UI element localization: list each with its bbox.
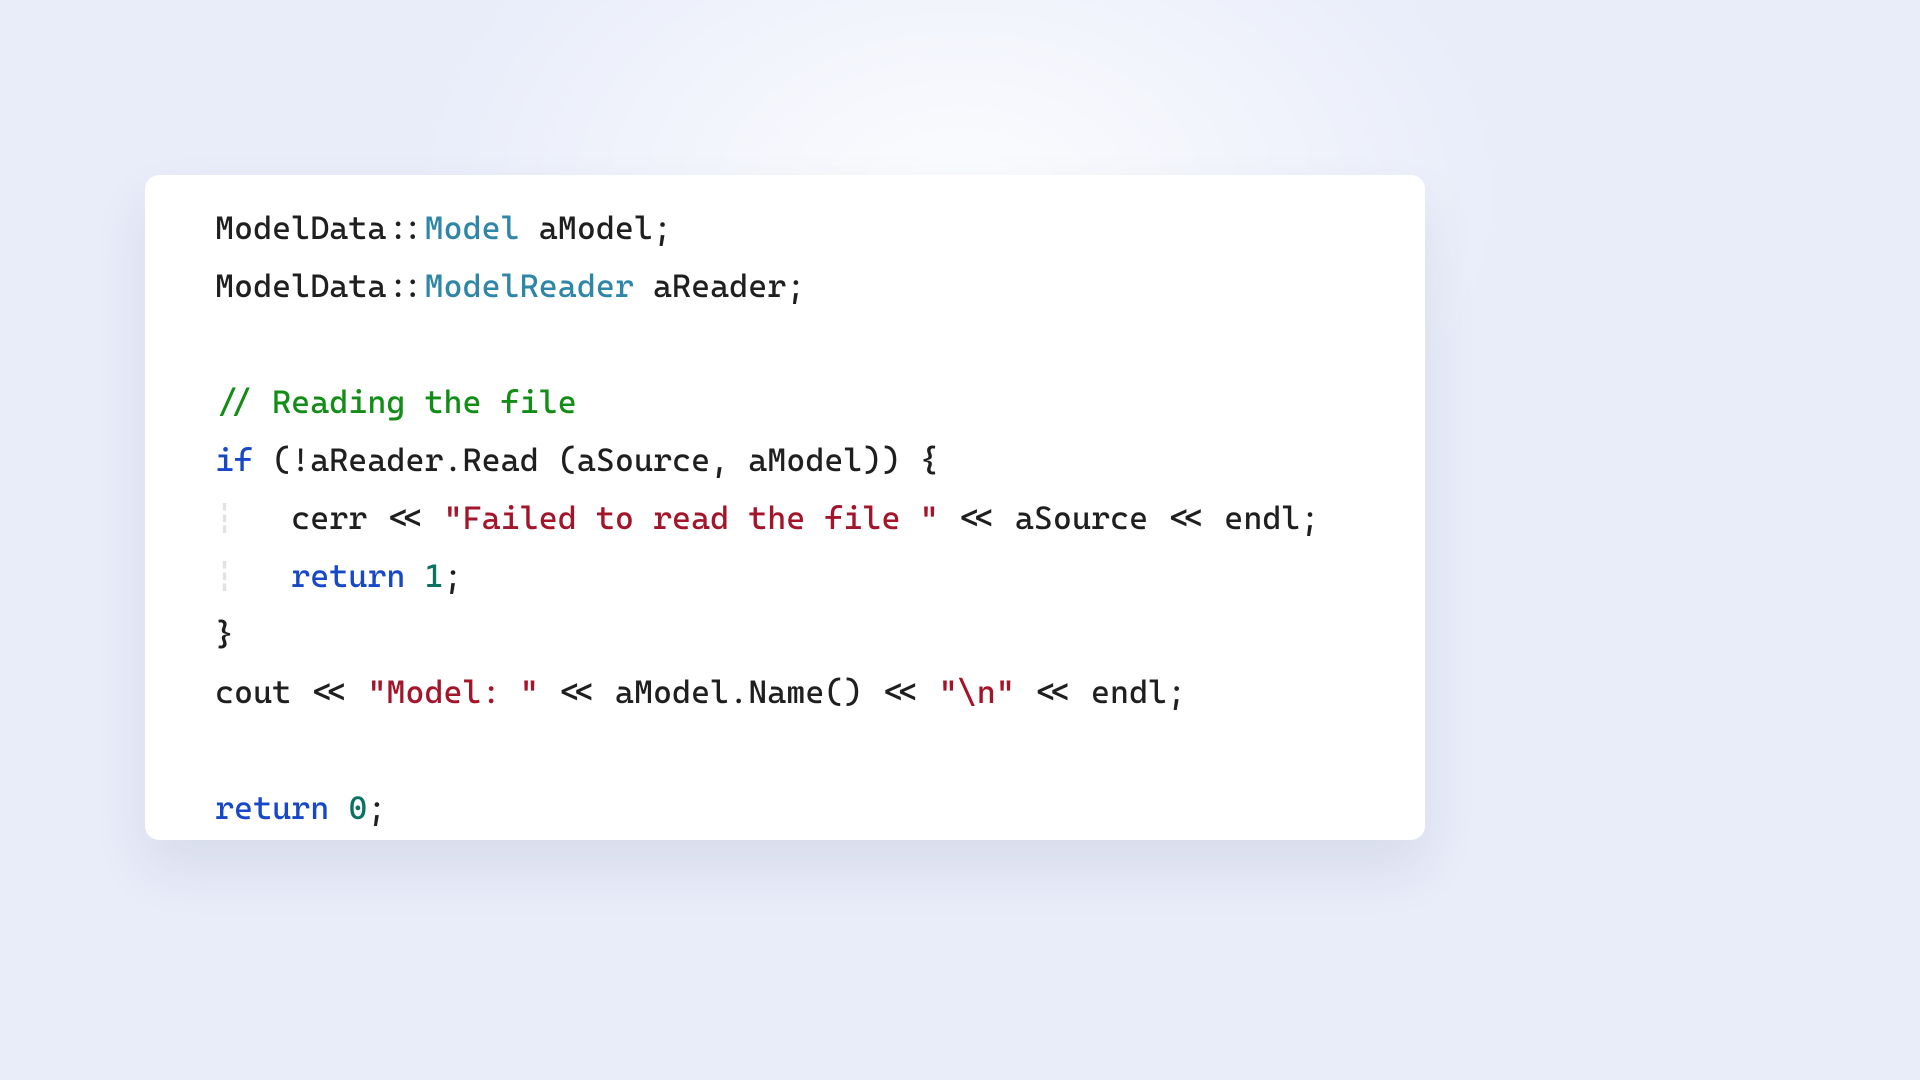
- code-line-8: }: [215, 615, 234, 653]
- code-block: ModelData::Model aModel; ModelData::Mode…: [215, 199, 1425, 837]
- code-line-1: ModelData::Model aModel;: [215, 209, 672, 247]
- code-line-2: ModelData::ModelReader aReader;: [215, 267, 805, 305]
- code-line-9: cout << "Model: " << aModel.Name() << "\…: [215, 673, 1186, 711]
- code-line-5: if (!aReader.Read (aSource, aModel)) {: [215, 441, 939, 479]
- code-line-6: ┆ cerr << "Failed to read the file " << …: [215, 499, 1320, 537]
- code-line-11: return 0;: [215, 789, 386, 827]
- code-line-7: ┆ return 1;: [215, 557, 463, 595]
- code-card: ModelData::Model aModel; ModelData::Mode…: [145, 175, 1425, 840]
- code-line-4: // Reading the file: [215, 383, 577, 421]
